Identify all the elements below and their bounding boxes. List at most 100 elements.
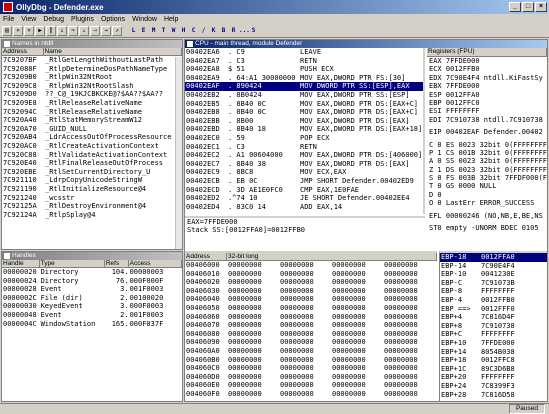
toolbar-window-0[interactable]: L — [129, 26, 138, 36]
list-item[interactable]: 7C920C88 _RtlValidateActivationContext — [2, 151, 182, 160]
close-icon[interactable]: × — [535, 2, 547, 12]
register-line[interactable]: EFL 00000246 (NO,NB,E,BE,NS — [427, 212, 547, 220]
register-line[interactable]: A 0 SS 0023 32bit 0(FFFFFFFF — [427, 157, 547, 165]
stack-row[interactable]: EBP-4 0012FFB0 — [440, 296, 547, 305]
disasm-row[interactable]: 00402EB2 . 8B0424 MOV EAX,DWORD PTR SS:[ES… — [185, 91, 423, 100]
dump-row[interactable]: 004060C0 00000000 00000000 00000000 00000000 — [185, 364, 437, 373]
dump-row[interactable]: 004060F0 00000000 00000000 00000000 00000000 — [185, 390, 437, 399]
disassembly-pane[interactable]: 00402EA6. C9 LEAVE 00402EA7. C3 RETN 00402EA… — [185, 48, 425, 214]
register-line[interactable]: EBX 7FFDE000 — [427, 82, 547, 90]
register-line[interactable]: C 0 ES 0023 32bit 0(FFFFFFFF — [427, 141, 547, 149]
handles-header-access[interactable]: Access — [129, 260, 182, 267]
list-item[interactable]: 7C920A70 _GUID_NULL — [2, 125, 182, 134]
disasm-row[interactable]: 00402EB5 . 8B40 0C MOV EAX,DWORD PTR DS:[E… — [185, 100, 423, 109]
disasm-row[interactable]: 00402ECD . 3D AE1E0FC0 CMP EAX,1E0FAE — [185, 186, 423, 195]
handles-header-handle[interactable]: Handle — [2, 260, 40, 267]
table-row[interactable]: 00000030 KeyedEvent 3. 000F0003 — [2, 302, 182, 311]
disasm-row[interactable]: 00402EB8 . 8B40 0C MOV EAX,DWORD PTR DS:[E… — [185, 108, 423, 117]
disasm-row[interactable]: 00402EA8 $ 51 PUSH ECX — [185, 65, 423, 74]
list-item[interactable]: 7C921240 _wcsstr — [2, 194, 182, 203]
table-row[interactable]: 00000048 Event 2. 001F0003 — [2, 311, 182, 320]
disasm-row[interactable]: 00402EBB . 8B00 MOV EAX,DWORD PTR DS:[EAX] — [185, 117, 423, 126]
toolbar-window-3[interactable]: T — [159, 26, 168, 36]
register-line[interactable]: ST0 empty -UNORM BDEC 0105 — [427, 224, 547, 232]
register-line[interactable]: T 0 GS 0000 NULL — [427, 182, 547, 190]
table-row[interactable]: 00000028 Event 3. 001F0003 — [2, 285, 182, 294]
table-row[interactable]: 00000024 Directory 76. 000F000F — [2, 277, 182, 286]
toolbar-window-12[interactable]: S — [249, 26, 258, 36]
menu-help[interactable]: Help — [164, 16, 178, 23]
list-item[interactable]: 7C92094C _RtlReleaseRelativeName — [2, 108, 182, 117]
dump-row[interactable]: 00406050 00000000 00000000 00000000 00000000 — [185, 304, 437, 313]
register-line[interactable]: O 0 LastErr ERROR_SUCCESS — [427, 199, 547, 207]
dump-row[interactable]: 00406090 00000000 00000000 00000000 00000000 — [185, 338, 437, 347]
dump-row[interactable]: 004060E0 00000000 00000000 00000000 00000000 — [185, 381, 437, 390]
execute-till-return-icon[interactable]: → — [101, 26, 111, 36]
dump-row[interactable]: 00406040 00000000 00000000 00000000 00000000 — [185, 295, 437, 304]
list-item[interactable]: 7C920A40 _RtlStatMemoryStreamW12 — [2, 116, 182, 125]
dump-row[interactable]: 00406080 00000000 00000000 00000000 00000000 — [185, 330, 437, 339]
toolbar-window-5[interactable]: H — [179, 26, 188, 36]
list-item[interactable]: 7C920EBE _RtlSetCurrentDirectory_U — [2, 168, 182, 177]
close-debuggee-icon[interactable]: × — [24, 26, 34, 36]
toolbar-window-2[interactable]: M — [149, 26, 158, 36]
list-item[interactable]: 7C921110 _LdrpCopyUnicodeStringW — [2, 176, 182, 185]
toolbar-window-6[interactable]: C — [189, 26, 198, 36]
names-scrollbar[interactable] — [175, 57, 182, 249]
stack-row[interactable]: EBP-18 0012FFA0 — [440, 253, 547, 262]
stack-row[interactable]: EBP+8 7C910738 — [440, 322, 547, 331]
menu-view[interactable]: View — [21, 16, 36, 23]
dump-row[interactable]: 00406000 00000000 00000000 00000000 00000000 — [185, 261, 437, 270]
run-icon[interactable]: ▶ — [35, 26, 45, 36]
register-line[interactable]: S 0 FS 003B 32bit 7FFDF000(F — [427, 174, 547, 182]
list-item[interactable]: 7C92124A _RtlpSplay@4 — [2, 211, 182, 220]
disasm-row[interactable]: 00402EC0 . 59 POP ECX — [185, 134, 423, 143]
handles-header-type[interactable]: Type — [40, 260, 105, 267]
list-item[interactable]: 7C920E40 _RtlFinalReleaseOutOfProcess — [2, 159, 182, 168]
stack-row[interactable]: EBP-14 7C90E4F4 — [440, 262, 547, 271]
stack-row[interactable]: EBP+20 FFFFFFFF — [440, 373, 547, 382]
names-header-name[interactable]: Name — [44, 48, 182, 55]
step-over-icon[interactable]: ↷ — [68, 26, 78, 36]
dump-row[interactable]: 00406010 00000000 00000000 00000000 00000000 — [185, 270, 437, 279]
toolbar-window-8[interactable]: K — [209, 26, 218, 36]
table-row[interactable]: 0000004C WindowStation 165. 000F037F — [2, 320, 182, 329]
dump-header-address[interactable]: Address — [185, 253, 227, 260]
table-row[interactable]: 0000002C File (dir) 2. 00100020 — [2, 294, 182, 303]
restart-icon[interactable]: « — [13, 26, 23, 36]
disasm-row[interactable]: 00402EAF . 890424 MOV DWORD PTR SS:[ESP],E… — [185, 82, 423, 91]
dump-row[interactable]: 00406060 00000000 00000000 00000000 00000000 — [185, 313, 437, 322]
disasm-row[interactable]: 00402EA9 . 64:A1 30000000 MOV EAX,DWORD PT… — [185, 74, 423, 83]
handles-header-refs[interactable]: Refs — [105, 260, 129, 267]
stack-row[interactable]: EBP-10 0041230E — [440, 270, 547, 279]
toolbar-window-1[interactable]: E — [139, 26, 148, 36]
list-item[interactable]: 7C9207BF _RtlGetLengthWithoutLastPath — [2, 56, 182, 65]
register-line[interactable]: EDI 7C910738 ntdll.7C910738 — [427, 116, 547, 124]
register-line[interactable]: Z 1 DS 0023 32bit 0(FFFFFFFF — [427, 166, 547, 174]
disasm-row[interactable]: 00402EC2 . A1 00604000 MOV EAX,DWORD PTR D… — [185, 151, 423, 160]
trace-over-icon[interactable]: ⇢ — [90, 26, 100, 36]
register-line[interactable]: D 0 — [427, 191, 547, 199]
stack-row[interactable]: EBP+10 7FFDE000 — [440, 339, 547, 348]
register-line[interactable]: EIP 00402EAF Defender.00402 — [427, 128, 547, 136]
stack-pane[interactable]: EBP-18 0012FFA0 EBP-14 7C90E4F4 EBP-10 004123… — [439, 251, 547, 401]
dump-row[interactable]: 00406030 00000000 00000000 00000000 00000000 — [185, 287, 437, 296]
register-line[interactable]: EBP 0012FFC0 — [427, 99, 547, 107]
register-line[interactable]: ESI FFFFFFFF — [427, 107, 547, 115]
list-item[interactable]: 7C9209D0 ??_C@_19KJCBKCKE@?$AA??$AA?? — [2, 90, 182, 99]
toolbar-window-7[interactable]: / — [199, 26, 208, 36]
dump-row[interactable]: 00406020 00000000 00000000 00000000 00000000 — [185, 278, 437, 287]
register-line[interactable]: ESP 0012FFA0 — [427, 91, 547, 99]
register-line[interactable]: ECX 0012FFB0 — [427, 65, 547, 73]
toolbar-window-11[interactable]: ... — [239, 26, 250, 36]
step-into-icon[interactable]: ↓ — [57, 26, 67, 36]
list-item[interactable]: 7C920AC0 _RtlCreateActivationContext — [2, 142, 182, 151]
minimize-icon[interactable]: _ — [509, 2, 521, 12]
register-line[interactable]: P 1 CS 001B 32bit 0(FFFFFFFF — [427, 149, 547, 157]
stack-row[interactable]: EBP+C FFFFFFFF — [440, 330, 547, 339]
pause-icon[interactable]: ‖ — [46, 26, 56, 36]
disasm-row[interactable]: 00402EC7 . 8B40 38 MOV EAX,DWORD PTR DS:[E… — [185, 160, 423, 169]
disasm-row[interactable]: 00402EA7 . C3 RETN — [185, 57, 423, 66]
list-item[interactable]: 7C92125A _RtlDestroyEnvironment@4 — [2, 202, 182, 211]
list-item[interactable]: 7C92088F _RtlpDetermineDosPathNameType — [2, 65, 182, 74]
